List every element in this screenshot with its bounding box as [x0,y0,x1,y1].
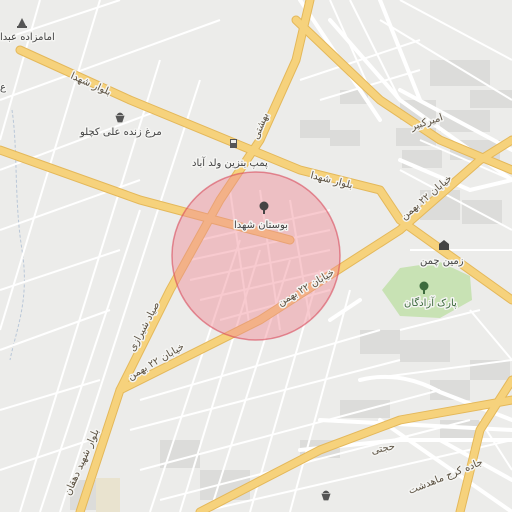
svg-text:پارک آزادگان: پارک آزادگان [404,296,457,309]
svg-text:مرغ زنده علی کچلو: مرغ زنده علی کچلو [79,127,162,138]
poi-shop-bottom[interactable] [321,490,331,501]
edge-label-fragment: ع [0,82,6,93]
sand-block [96,478,120,512]
svg-text:زمین چمن: زمین چمن [420,256,464,267]
svg-text:امامزاده عبدا: امامزاده عبدا [0,32,55,43]
shopping-basket-icon [115,112,125,123]
svg-text:بوستان شهدا: بوستان شهدا [234,220,288,231]
svg-text:پمپ بنزین ولد آباد: پمپ بنزین ولد آباد [192,156,268,169]
map-canvas[interactable]: بلوار شهدا بلوار شهدا بهشتی امیرکبیر خیا… [0,0,512,512]
search-radius-circle[interactable] [171,171,341,341]
shopping-basket-icon [321,490,331,501]
map-svg[interactable]: بلوار شهدا بلوار شهدا بهشتی امیرکبیر خیا… [0,0,512,512]
